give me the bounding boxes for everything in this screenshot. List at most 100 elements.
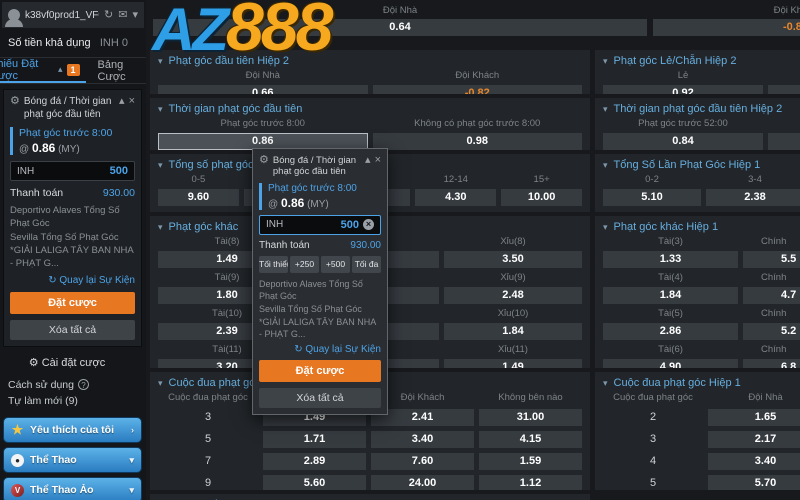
section-title[interactable]: ▾Phạt góc Lẻ/Chẵn Hiệp 2 [603,54,800,68]
odds-cell[interactable]: -0.82 [653,19,800,36]
tab-bet-list[interactable]: Bảng Cược [98,58,146,83]
odds-cell[interactable]: 3.40 [708,453,800,470]
odds-cell[interactable]: 6.8 [743,359,800,368]
odds-cell[interactable]: 2.38 [706,189,800,206]
sidebar-item-favorites[interactable]: ★ Yêu thích của tôi › [3,417,142,443]
plus-500-button[interactable]: +500 [321,256,350,273]
tab-bet-slip[interactable]: Phiếu Đặt Cược ▴ 1 [0,58,86,83]
back-to-event-link[interactable]: ↻ Quay lại Sự Kiện [10,275,135,286]
refresh-icon[interactable]: ↻ [104,10,113,21]
bet-settings-button[interactable]: ⚙ Cài đặt cược [0,347,146,377]
section-title[interactable]: ▾Cuộc đua phạt góc Hiệp 1 [603,376,800,390]
odds-cell[interactable] [768,133,800,150]
section-title[interactable]: ▾Thời gian phạt góc đầu tiên Hiệp 2 [603,102,800,116]
odds-cell[interactable]: 3.50 [444,251,582,268]
col-header: Chính [743,308,800,320]
odds-cell[interactable]: 5.60 [263,475,366,490]
clear-all-button[interactable]: Xóa tất cả [259,388,381,408]
plus-250-button[interactable]: +250 [290,256,319,273]
how-to-use-link[interactable]: Cách sử dụng? [0,377,146,393]
odds-cell[interactable]: 5.10 [603,189,701,206]
section-title[interactable]: ▾Phạt góc đầu tiên Hiệp 2 [158,54,582,68]
odds-cell[interactable]: 7.60 [371,453,474,470]
place-bet-button[interactable]: Đặt cược [259,360,381,382]
odds-cell[interactable] [768,85,800,94]
odds-cell[interactable]: 5.2 [743,323,800,340]
section-title[interactable]: ▾Tổng Số Lần Phạt Góc Hiệp 1 [603,158,800,172]
col-header: Xỉu(11) [444,344,582,356]
odds-cell[interactable]: 10.00 [501,189,582,206]
odds-cell[interactable]: 4.30 [415,189,496,206]
section-corner-handicap-3way: ▾Cược chấp 3 cách phạt góc [150,494,590,500]
collapse-icon[interactable]: ▴ [119,96,125,121]
odds-cell[interactable]: 4.7 [743,287,800,304]
place-bet-button[interactable]: Đặt cược [10,292,135,314]
close-icon[interactable]: × [375,155,381,178]
odds-cell[interactable]: 1.33 [603,251,738,268]
odds-cell[interactable]: 5.5 [743,251,800,268]
col-header [768,118,800,130]
odds-cell[interactable]: 5.70 [708,475,800,490]
odds-cell[interactable]: 4.90 [603,359,738,368]
mail-icon[interactable]: ✉ [118,10,127,21]
odds-cell[interactable]: 1.71 [263,431,366,448]
max-stake-button[interactable]: Tối đa [352,256,381,273]
odds-cell[interactable]: 1.59 [479,453,582,470]
odds-cell[interactable]: 1.65 [708,409,800,426]
back-to-event-link[interactable]: ↻ Quay lại Sự Kiện [259,344,381,355]
odds-cell[interactable]: 24.00 [371,475,474,490]
min-stake-button[interactable]: Tối thiểu [259,256,288,273]
odds-cell[interactable]: 4.15 [479,431,582,448]
close-icon[interactable]: × [129,96,135,121]
odds-cell[interactable]: 1.12 [479,475,582,490]
collapse-icon[interactable]: ▴ [365,155,371,178]
odds-cell[interactable]: 1.84 [603,287,738,304]
odds-cell[interactable]: 1.49 [444,359,582,368]
clear-stake-icon[interactable]: × [363,219,374,230]
bet-count-badge: 1 [67,64,80,76]
sidebar-menu: ★ Yêu thích của tôi › ● Thể Thao ▾ V Thể… [3,417,142,500]
stake-value: 500 [110,165,128,177]
sidebar-item-sports[interactable]: ● Thể Thao ▾ [3,447,142,473]
col-header: Đội Nhà [708,392,800,404]
odds-cell[interactable]: 0.92 [603,85,763,94]
chevron-down-icon: ▾ [158,220,163,234]
col-header: Chính [743,344,800,356]
odds-cell[interactable]: -0.82 [373,85,583,94]
slip-title: Bóng đá / Thời gian phạt góc đầu tiên [24,96,115,121]
payout-label: Thanh toán [10,187,63,199]
user-account-row[interactable]: k38vf0prod1_VF0ph... ↻ ✉ ▾ [2,2,144,28]
clear-all-button[interactable]: Xóa tất cả [10,320,135,340]
balance-row: Số tiền khả dụng INH 0 [0,28,146,58]
odds-cell[interactable]: 9.60 [158,189,239,206]
stake-input[interactable]: INH 500 [10,161,135,181]
odds-cell[interactable]: 2.89 [263,453,366,470]
odds-cell[interactable]: 1.84 [444,323,582,340]
odds-cell[interactable]: 0.64 [153,19,647,36]
quick-stake-buttons: Tối thiểu +250 +500 Tối đa [259,256,381,273]
race-row-label: 9 [158,475,258,490]
odds-cell[interactable]: 0.98 [373,133,583,150]
race-row-label: 3 [158,409,258,426]
odds-cell[interactable]: 2.48 [444,287,582,304]
section-corner-race-h1: ▾Cuộc đua phạt góc Hiệp 1 Cuộc đua phạt … [595,372,800,490]
chevron-down-icon: ▾ [158,54,163,68]
odds-cell[interactable]: 0.84 [603,133,763,150]
sidebar-item-virtual-sports[interactable]: V Thể Thao Ảo ▾ [3,477,142,500]
stake-input[interactable]: INH 500 × [259,215,381,235]
odds-cell[interactable]: 0.66 [158,85,368,94]
odds-cell[interactable]: 2.86 [603,323,738,340]
odds-cell[interactable]: 3.40 [371,431,474,448]
payout-label: Thanh toán [259,240,310,251]
chevron-down-icon: ▾ [158,158,163,172]
chevron-down-icon[interactable]: ▾ [132,10,138,21]
odds-cell[interactable]: 31.00 [479,409,582,426]
gear-icon[interactable]: ⚙ [10,96,20,121]
section-odd-even-h2: ▾Phạt góc Lẻ/Chẵn Hiệp 2 Lẻ 0.92 [595,50,800,94]
section-first-corner-time-h2: ▾Thời gian phạt góc đầu tiên Hiệp 2 Phạt… [595,98,800,150]
payout-value: 930.00 [350,240,381,251]
section-title[interactable]: ▾Phạt góc khác Hiệp 1 [603,220,800,234]
odds-cell[interactable]: 2.17 [708,431,800,448]
gear-icon[interactable]: ⚙ [259,155,269,178]
section-title[interactable]: ▾Thời gian phạt góc đầu tiên [158,102,582,116]
